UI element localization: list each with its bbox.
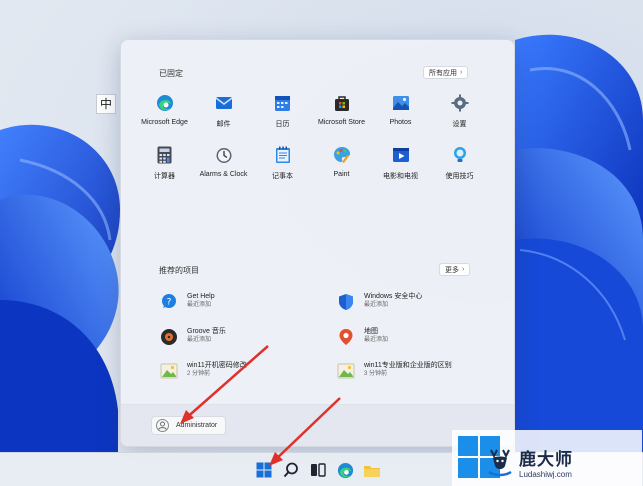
recommended-item-subtitle: 2 分钟前 xyxy=(187,371,211,377)
edge-icon xyxy=(155,93,175,113)
chevron-right-icon: › xyxy=(462,266,465,273)
pinned-app-label: 计算器 xyxy=(154,173,175,180)
watermark-main: 鹿大师 xyxy=(519,450,573,469)
pinned-app-calendar[interactable]: 日历 xyxy=(253,93,312,137)
taskbar-explorer-button[interactable] xyxy=(362,460,382,480)
recommended-item-title: win11专业版和企业版的区别 xyxy=(364,362,452,369)
pinned-app-notepad[interactable]: 记事本 xyxy=(253,145,312,189)
deer-logo-icon xyxy=(488,449,512,477)
all-apps-label: 所有应用 xyxy=(429,69,457,77)
image-file-icon xyxy=(336,361,356,381)
pinned-app-paint[interactable]: Paint xyxy=(312,145,371,189)
recommended-item-title: Windows 安全中心 xyxy=(364,293,423,300)
windows-logo-icon xyxy=(256,462,272,478)
paint-icon xyxy=(332,145,352,165)
pinned-app-tips[interactable]: 使用技巧 xyxy=(430,145,489,189)
pinned-app-label: Alarms & Clock xyxy=(199,171,248,178)
notepad-icon xyxy=(273,145,293,165)
start-button[interactable] xyxy=(254,460,274,480)
mail-icon xyxy=(214,93,234,113)
recommended-item-get-help[interactable]: ? Get Help 最近添加 xyxy=(159,292,334,312)
recommended-item-groove[interactable]: Groove 音乐 最近添加 xyxy=(159,327,334,347)
groove-icon xyxy=(159,327,179,347)
recommended-item-file-1[interactable]: win11开机密码修改 2 分钟前 xyxy=(159,361,334,381)
pinned-app-alarms[interactable]: Alarms & Clock xyxy=(194,145,253,189)
pinned-app-store[interactable]: Microsoft Store xyxy=(312,93,371,137)
user-account-button[interactable]: Administrator xyxy=(151,416,227,435)
pinned-app-label: 设置 xyxy=(452,121,467,128)
pinned-app-label: 使用技巧 xyxy=(445,173,474,180)
recommended-item-subtitle: 最近添加 xyxy=(187,302,212,308)
pinned-app-label: 电影和电视 xyxy=(383,173,418,180)
recommended-item-subtitle: 最近添加 xyxy=(364,337,389,343)
watermark-sub: Ludashiwj.com xyxy=(519,470,572,479)
help-icon: ? xyxy=(159,292,179,312)
pinned-app-mail[interactable]: 邮件 xyxy=(194,93,253,137)
pinned-app-photos[interactable]: Photos xyxy=(371,93,430,137)
pinned-app-edge[interactable]: Microsoft Edge xyxy=(135,93,194,137)
clock-icon xyxy=(214,145,234,165)
start-menu: 已固定 所有应用 › Microsoft Edge 邮件 日历 Microsof… xyxy=(120,39,515,447)
pinned-app-label: Microsoft Edge xyxy=(141,119,188,126)
recommended-item-title: 地图 xyxy=(364,328,378,335)
store-icon xyxy=(332,93,352,113)
search-button[interactable] xyxy=(281,460,301,480)
pinned-app-calculator[interactable]: 计算器 xyxy=(135,145,194,189)
recommended-item-windows-security[interactable]: Windows 安全中心 最近添加 xyxy=(336,292,511,312)
pinned-app-label: Paint xyxy=(333,171,350,178)
image-file-icon xyxy=(159,361,179,381)
pinned-app-movies[interactable]: 电影和电视 xyxy=(371,145,430,189)
task-view-button[interactable] xyxy=(308,460,328,480)
calendar-icon xyxy=(273,93,293,113)
shield-icon xyxy=(336,292,356,312)
recommended-item-subtitle: 3 分钟前 xyxy=(364,371,388,377)
ime-indicator[interactable]: 中 xyxy=(96,94,116,114)
pinned-title: 已固定 xyxy=(159,69,183,78)
pinned-app-label: 邮件 xyxy=(216,121,231,128)
pinned-app-label: 记事本 xyxy=(272,173,293,180)
recommended-item-title: win11开机密码修改 xyxy=(187,362,247,369)
pinned-app-settings[interactable]: 设置 xyxy=(430,93,489,137)
all-apps-button[interactable]: 所有应用 › xyxy=(423,66,469,79)
maps-icon xyxy=(336,327,356,347)
recommended-title: 推荐的项目 xyxy=(159,266,199,275)
recommended-item-file-2[interactable]: win11专业版和企业版的区别 3 分钟前 xyxy=(336,361,511,381)
edge-icon xyxy=(337,462,353,478)
recommended-item-subtitle: 最近添加 xyxy=(187,337,212,343)
user-avatar-icon xyxy=(156,419,169,432)
user-name: Administrator xyxy=(176,422,218,429)
settings-icon xyxy=(450,93,470,113)
recommended-item-maps[interactable]: 地图 最近添加 xyxy=(336,327,511,347)
taskbar-edge-button[interactable] xyxy=(335,460,355,480)
photos-icon xyxy=(391,93,411,113)
more-button[interactable]: 更多 › xyxy=(439,263,471,276)
recommended-item-title: Get Help xyxy=(187,293,215,300)
recommended-item-subtitle: 最近添加 xyxy=(364,302,389,308)
task-view-icon xyxy=(311,463,326,477)
folder-icon xyxy=(364,465,380,477)
site-watermark: 鹿大师 Ludashiwj.com xyxy=(485,440,635,484)
more-label: 更多 xyxy=(445,266,459,274)
pinned-app-label: Microsoft Store xyxy=(317,119,366,126)
recommended-item-title: Groove 音乐 xyxy=(187,328,226,335)
svg-text:?: ? xyxy=(167,298,172,308)
pinned-apps-grid: Microsoft Edge 邮件 日历 Microsoft Store Pho… xyxy=(135,93,502,189)
search-icon xyxy=(283,462,298,478)
tips-icon xyxy=(450,145,470,165)
pinned-app-label: 日历 xyxy=(275,121,290,128)
pinned-app-label: Photos xyxy=(389,119,412,126)
chevron-right-icon: › xyxy=(460,69,463,76)
calculator-icon xyxy=(155,145,175,165)
movies-icon xyxy=(391,145,411,165)
